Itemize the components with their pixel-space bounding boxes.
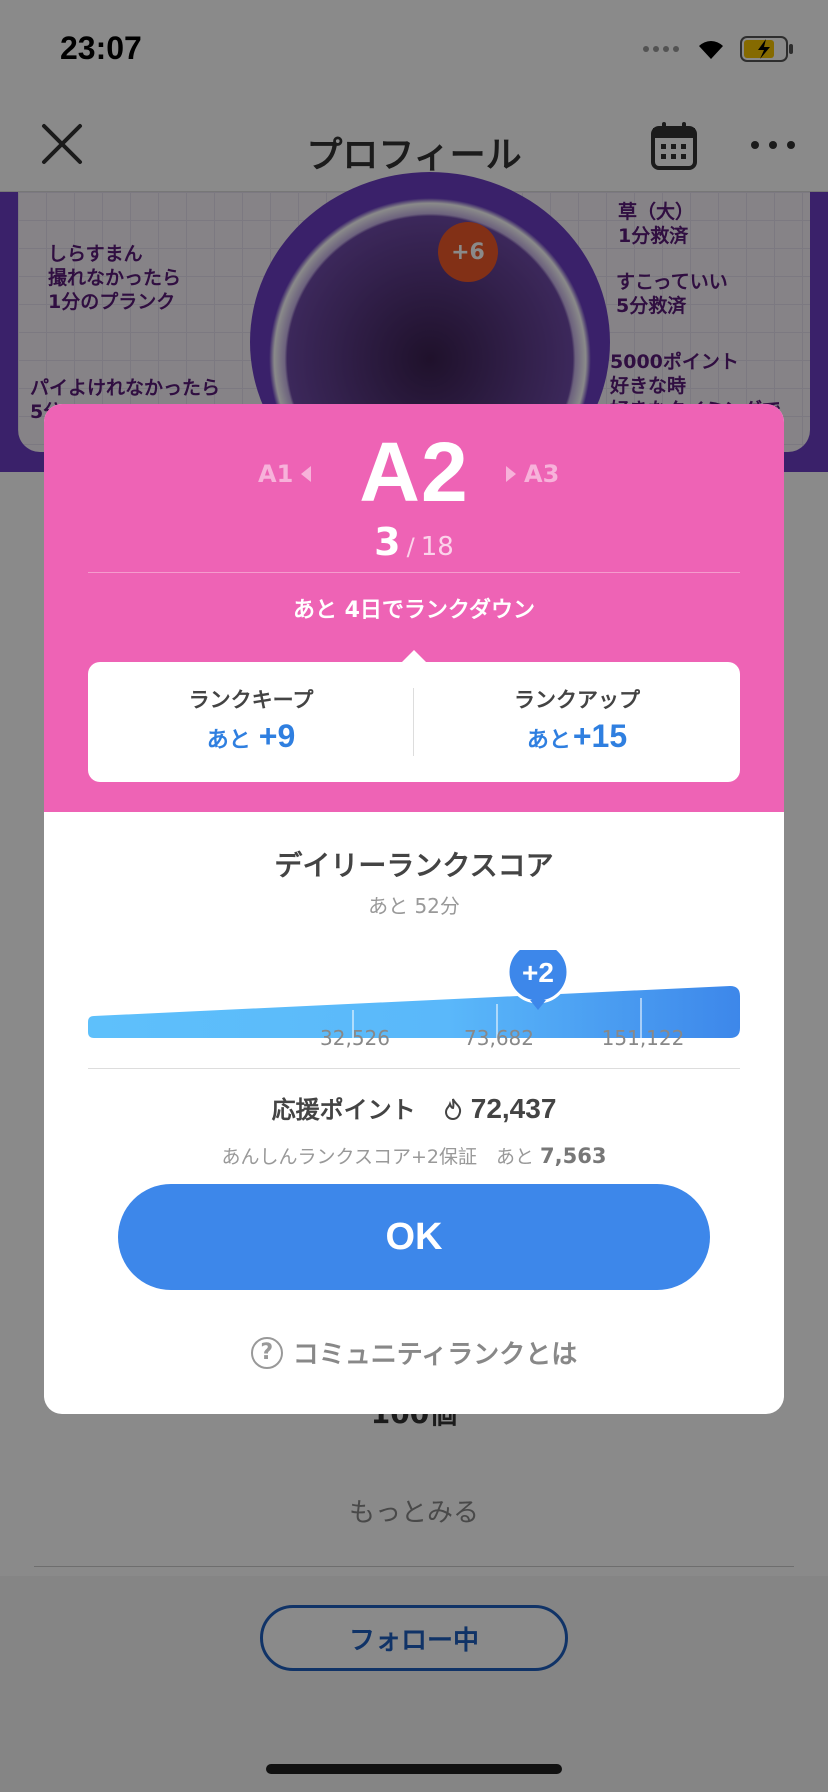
daily-score-title: デイリーランクスコア [274, 849, 554, 882]
rank-up-prefix: あと [526, 728, 571, 753]
rank-position-number: 3 [374, 520, 401, 564]
score-tick-label: 151,122 [601, 1026, 685, 1050]
score-tick-label: 73,682 [464, 1026, 534, 1050]
rank-keep-prefix: あと [206, 728, 251, 753]
question-icon: ? [250, 1336, 283, 1369]
ok-button[interactable]: OK [118, 1184, 710, 1290]
home-indicator [266, 1764, 562, 1774]
rank-position: 3/18 [44, 520, 784, 564]
rank-up: ランクアップ あと+15 [414, 662, 740, 782]
rank-position-total: 18 [420, 532, 454, 562]
next-rank: A3 [506, 460, 559, 488]
score-bubble-label: +2 [522, 957, 554, 988]
support-points: 応援ポイント 72,437 [44, 1090, 784, 1125]
score-guarantee: あんしんランクスコア+2保証 あと 7,563 [44, 1142, 784, 1169]
rank-keep-label: ランクキープ [188, 688, 314, 712]
rank-down-notice: あと 4日でランクダウン [292, 598, 536, 623]
community-rank-help-label: コミュニティランクとは [292, 1340, 578, 1370]
rank-keep: ランクキープ あと +9 [88, 662, 414, 782]
arrow-right-icon [506, 466, 516, 482]
next-rank-label: A3 [524, 460, 560, 488]
rank-position-separator: / [406, 533, 415, 561]
score-guarantee-value: 7,563 [540, 1144, 607, 1168]
rank-up-label: ランクアップ [514, 688, 640, 712]
divider [88, 1068, 740, 1069]
rank-up-number: +15 [572, 718, 628, 754]
rank-up-value: あと+15 [414, 718, 740, 755]
score-guarantee-text: あんしんランクスコア+2保証 あと [221, 1146, 534, 1168]
community-rank-help-link[interactable]: ? コミュニティランクとは [44, 1334, 784, 1371]
daily-score-remaining: あと 52分 [368, 894, 460, 918]
rank-keep-number: +9 [258, 718, 296, 754]
rank-keep-value: あと +9 [88, 718, 414, 755]
score-tick-label: 32,526 [320, 1026, 390, 1050]
community-rank-modal: A1 A2 A3 3/18 あと 4日でランクダウン ランクキープ あと +9 ラ… [44, 404, 784, 1414]
current-rank: A2 [359, 425, 469, 519]
pointer-notch [402, 650, 426, 662]
support-points-value: 72,437 [470, 1093, 557, 1124]
flame-icon [445, 1098, 462, 1120]
support-points-label: 応援ポイント [271, 1096, 416, 1124]
rank-header: A1 A2 A3 3/18 あと 4日でランクダウン ランクキープ あと +9 ラ… [44, 404, 784, 812]
rank-targets-box: ランクキープ あと +9 ランクアップ あと+15 [88, 662, 740, 782]
divider [88, 572, 740, 573]
